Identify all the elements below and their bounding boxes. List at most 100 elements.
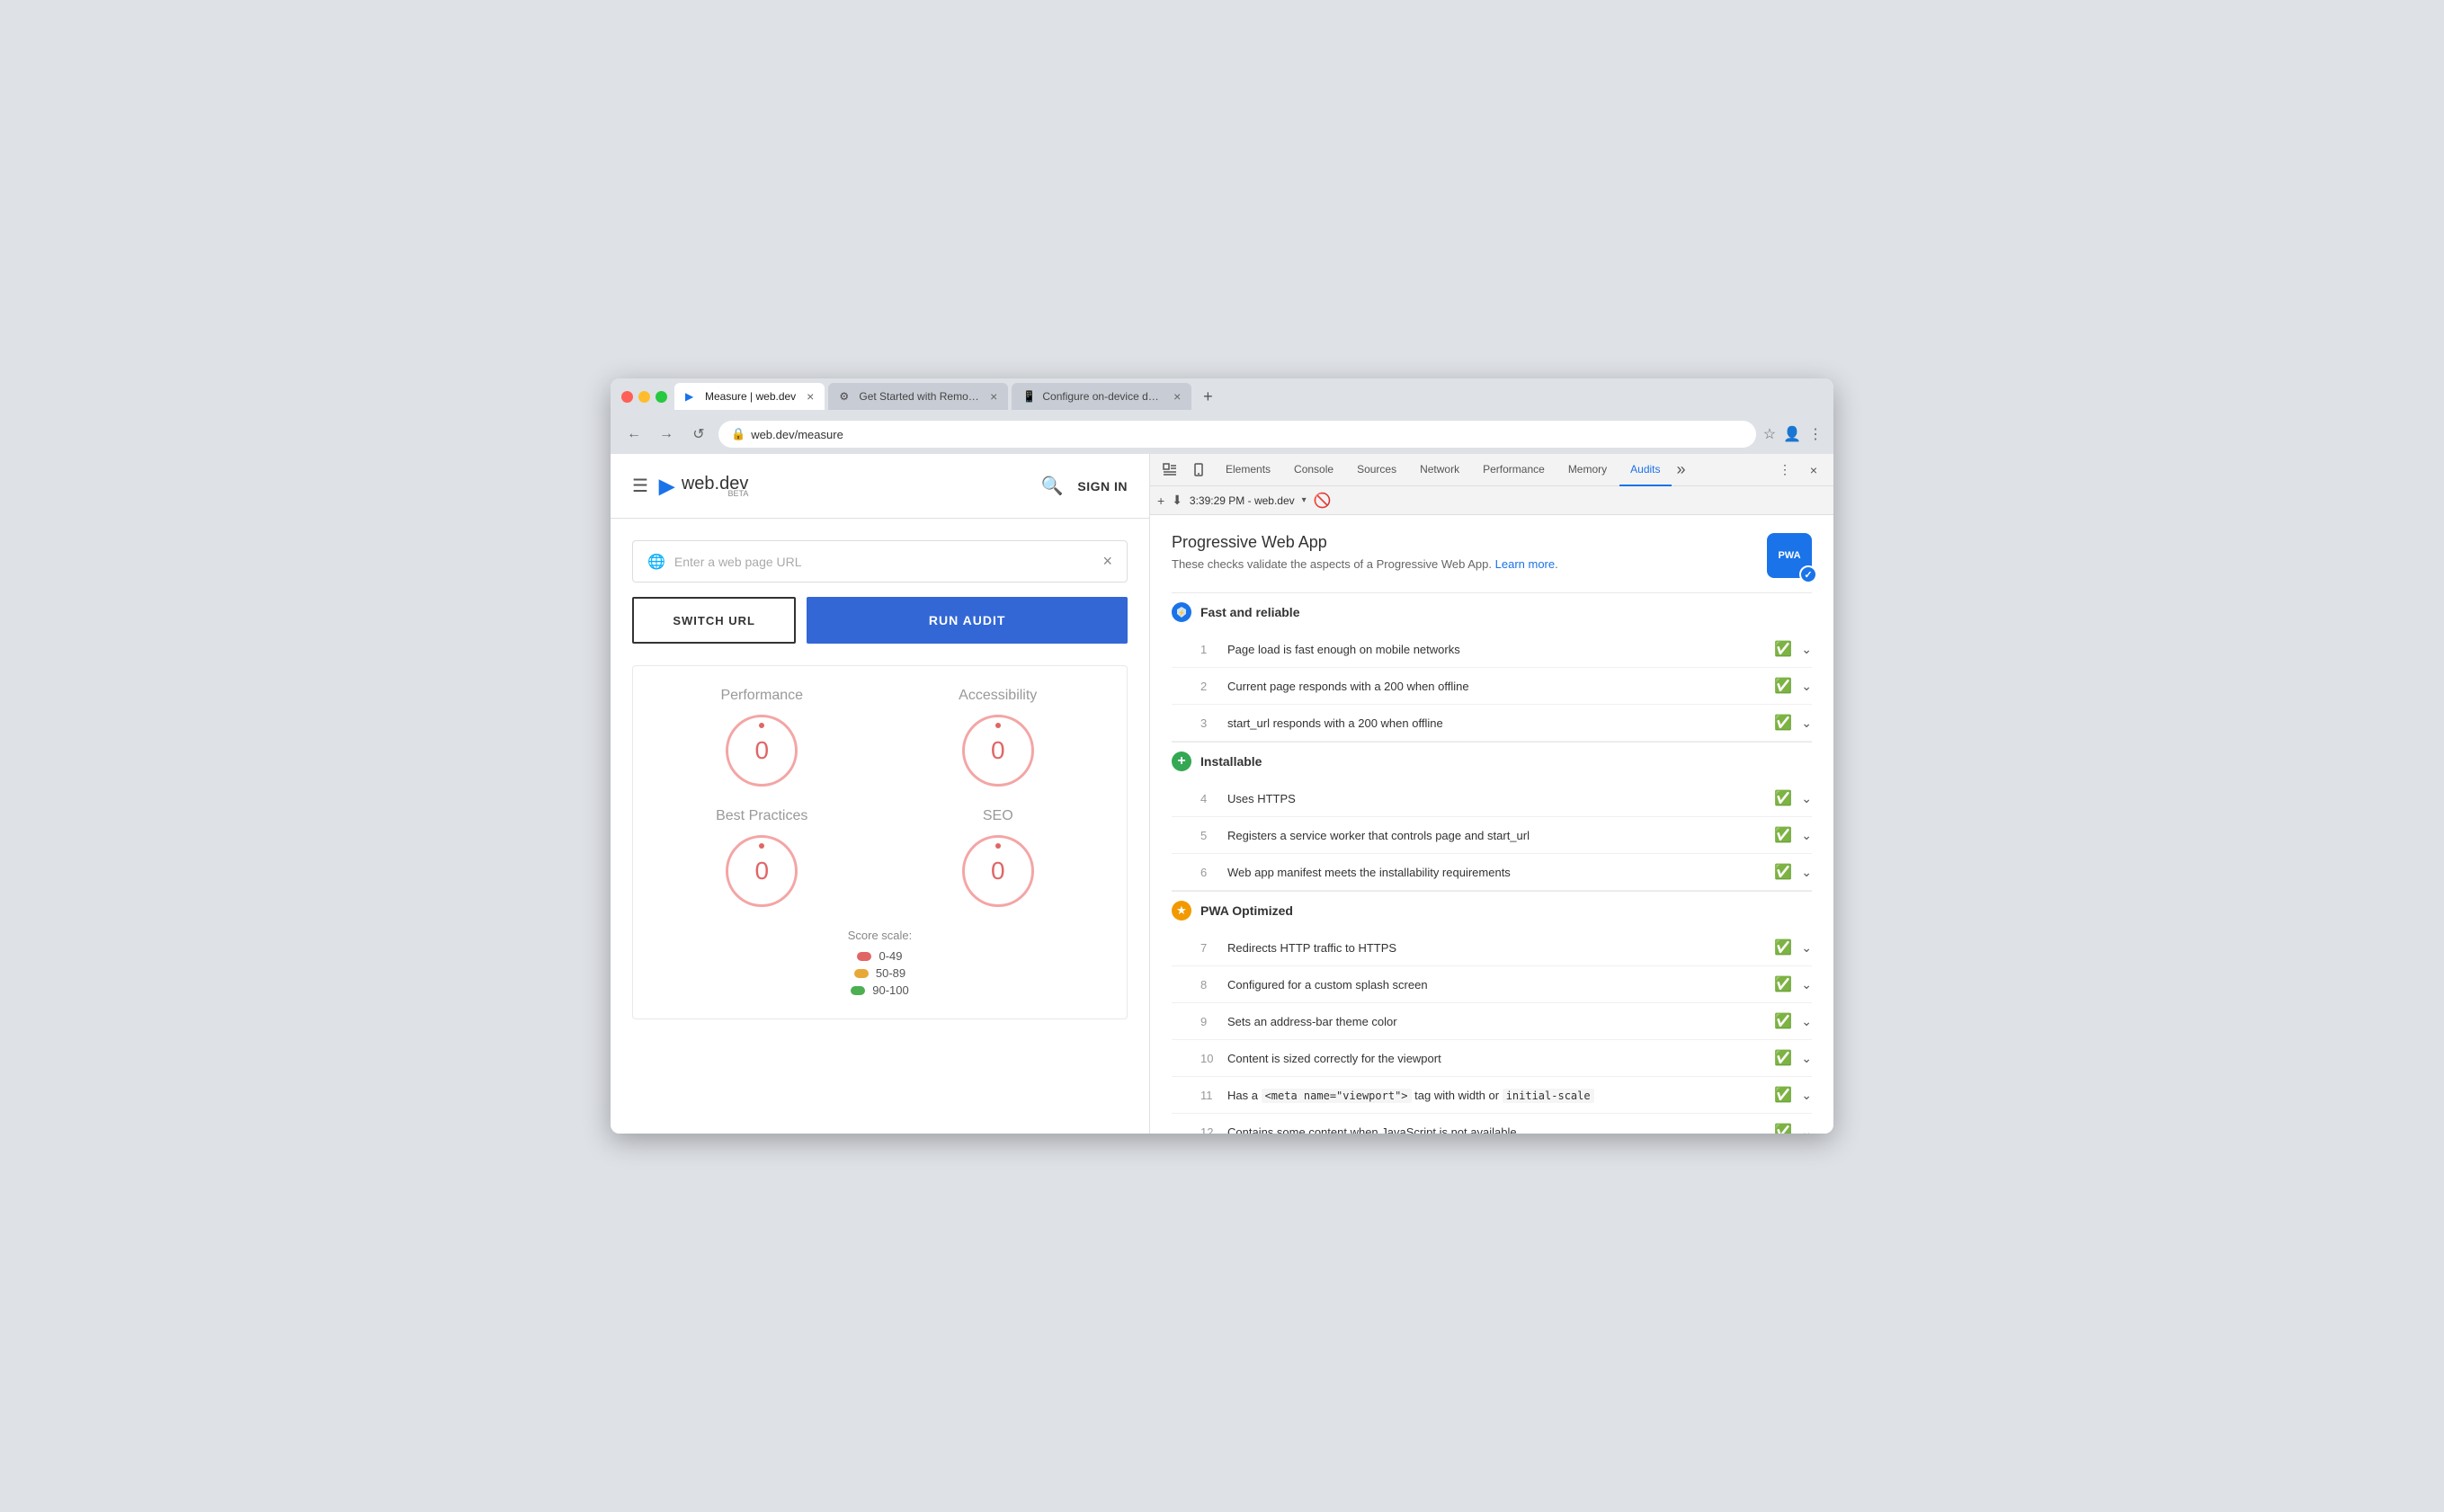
audit-expand-12[interactable]: ⌄ [1801,1125,1812,1134]
download-icon[interactable]: ⬇ [1172,493,1182,508]
audit-check-8: ✅ [1774,975,1792,993]
bookmark-icon[interactable]: ☆ [1763,425,1776,443]
tab-elements[interactable]: Elements [1215,454,1281,486]
webdev-header-right: 🔍 SIGN IN [1040,475,1128,497]
scale-label-red: 0-49 [879,949,902,963]
url-clear-button[interactable]: × [1102,552,1112,571]
traffic-light-red[interactable] [621,391,633,403]
devtools-toolbar: Elements Console Sources Network Perform… [1150,454,1833,486]
tab-favicon-remote: ⚙ [839,390,852,403]
profile-icon[interactable]: 👤 [1783,425,1801,443]
devtools-tabs: Elements Console Sources Network Perform… [1215,454,1769,486]
score-performance: Performance 0 [655,688,870,787]
tab-network[interactable]: Network [1409,454,1470,486]
audit-expand-7[interactable]: ⌄ [1801,940,1812,956]
devtools-right-buttons: ⋮ × [1772,458,1826,483]
tab-measure[interactable]: ▶ Measure | web.dev × [674,383,825,410]
audit-text-5: Registers a service worker that controls… [1227,829,1765,842]
scale-label-orange: 50-89 [876,966,905,980]
scores-4: Performance 0 Accessibility 0 [655,688,1105,907]
score-dot-seo [995,843,1001,849]
pwa-learn-more-link[interactable]: Learn more [1495,557,1555,571]
fast-reliable-icon: ⚡ [1172,602,1191,622]
audit-num-7: 7 [1200,941,1218,955]
audit-row-6: 6 Web app manifest meets the installabil… [1172,854,1812,891]
score-num-accessibility: 0 [991,736,1005,765]
audit-check-6: ✅ [1774,863,1792,881]
forward-button[interactable]: → [654,422,679,447]
devtools-more-tabs[interactable]: » [1673,457,1690,483]
tab-console[interactable]: Console [1283,454,1344,486]
audit-row-1: 1 Page load is fast enough on mobile net… [1172,631,1812,668]
audit-row-8: 8 Configured for a custom splash screen … [1172,966,1812,1003]
audit-row-7: 7 Redirects HTTP traffic to HTTPS ✅ ⌄ [1172,929,1812,966]
switch-url-button[interactable]: SWITCH URL [632,597,796,644]
tab-close-configure[interactable]: × [1173,389,1181,404]
audit-expand-10[interactable]: ⌄ [1801,1051,1812,1066]
signin-button[interactable]: SIGN IN [1077,479,1128,494]
score-label-best-practices: Best Practices [716,808,807,824]
audit-expand-4[interactable]: ⌄ [1801,791,1812,806]
audit-num-12: 12 [1200,1125,1218,1134]
address-icons: ☆ 👤 ⋮ [1763,425,1823,443]
score-num-seo: 0 [991,857,1005,885]
webpage-body: 🌐 Enter a web page URL × SWITCH URL RUN … [611,519,1149,1134]
audit-expand-6[interactable]: ⌄ [1801,865,1812,880]
meta-viewport-code: <meta name="viewport"> [1262,1089,1412,1103]
run-audit-button[interactable]: RUN AUDIT [807,597,1128,644]
audit-check-4: ✅ [1774,789,1792,807]
lock-icon: 🔒 [731,427,745,441]
menu-icon[interactable]: ⋮ [1808,425,1823,443]
tab-remote-debug[interactable]: ⚙ Get Started with Remote Debu... × [828,383,1008,410]
audit-num-3: 3 [1200,716,1218,730]
url-input-section[interactable]: 🌐 Enter a web page URL × [632,540,1128,583]
tab-performance[interactable]: Performance [1472,454,1556,486]
audit-row-12: 12 Contains some content when JavaScript… [1172,1114,1812,1134]
audit-expand-11[interactable]: ⌄ [1801,1088,1812,1103]
tab-label-configure: Configure on-device develope... [1042,390,1163,403]
devtools-inspect-icon[interactable] [1157,458,1182,483]
new-tab-button[interactable]: + [1195,384,1220,409]
search-button[interactable]: 🔍 [1040,475,1063,497]
audit-expand-1[interactable]: ⌄ [1801,642,1812,657]
traffic-lights [621,391,667,403]
tab-sources[interactable]: Sources [1346,454,1407,486]
hamburger-menu[interactable]: ☰ [632,475,648,497]
traffic-light-yellow[interactable] [638,391,650,403]
clear-audit-button[interactable]: 🚫 [1314,492,1332,510]
audit-expand-9[interactable]: ⌄ [1801,1014,1812,1029]
tab-close-measure[interactable]: × [807,389,814,404]
audit-expand-2[interactable]: ⌄ [1801,679,1812,694]
add-icon[interactable]: + [1157,494,1164,508]
audit-text-4: Uses HTTPS [1227,792,1765,805]
reload-button[interactable]: ↺ [686,422,711,447]
audit-text-6: Web app manifest meets the installabilit… [1227,866,1765,879]
devtools-menu-button[interactable]: ⋮ [1772,458,1797,483]
timestamp-dropdown[interactable]: ▾ [1302,495,1307,505]
pwa-optimized-title: PWA Optimized [1200,903,1293,918]
devtools-close-button[interactable]: × [1801,458,1826,483]
score-dot-best-practices [759,843,764,849]
tab-audits[interactable]: Audits [1619,454,1671,486]
traffic-light-green[interactable] [656,391,667,403]
audit-text-1: Page load is fast enough on mobile netwo… [1227,643,1765,656]
audit-expand-5[interactable]: ⌄ [1801,828,1812,843]
tab-label-measure: Measure | web.dev [705,390,796,403]
audit-check-7: ✅ [1774,938,1792,956]
devtools-device-icon[interactable] [1186,458,1211,483]
section-installable-header: + Installable [1172,742,1812,780]
audit-text-8: Configured for a custom splash screen [1227,978,1765,992]
tab-close-remote[interactable]: × [990,389,997,404]
address-input[interactable]: 🔒 web.dev/measure [718,421,1756,448]
audit-expand-8[interactable]: ⌄ [1801,977,1812,992]
tab-configure[interactable]: 📱 Configure on-device develope... × [1012,383,1191,410]
audits-content: Progressive Web App These checks validat… [1150,515,1833,1134]
section-fast-reliable-header: ⚡ Fast and reliable [1172,592,1812,631]
pwa-description: These checks validate the aspects of a P… [1172,557,1767,571]
audit-expand-3[interactable]: ⌄ [1801,716,1812,731]
url-text: web.dev/measure [751,428,843,441]
tab-memory[interactable]: Memory [1557,454,1618,486]
audit-check-10: ✅ [1774,1049,1792,1067]
back-button[interactable]: ← [621,422,647,447]
webdev-logo: ▶ web.dev BETA [659,474,748,498]
